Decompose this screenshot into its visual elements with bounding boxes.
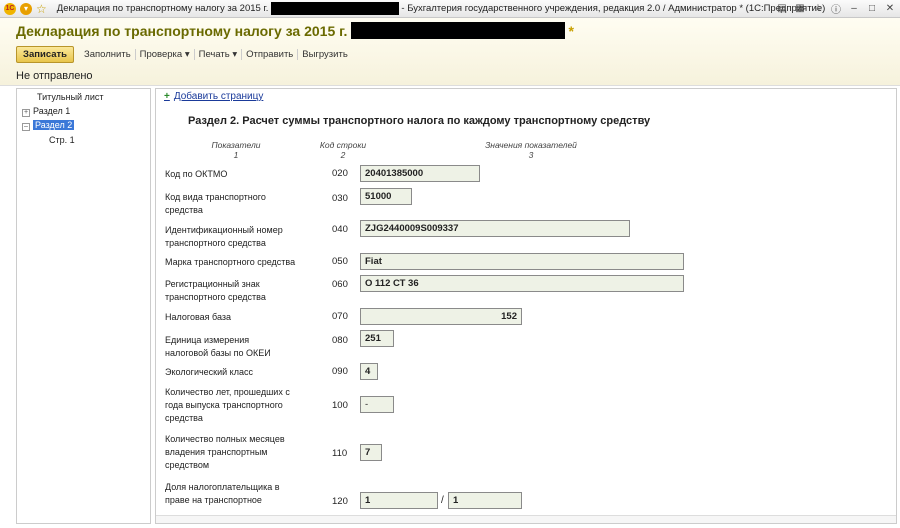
page-title-text: Декларация по транспортному налогу за 20… xyxy=(16,22,348,39)
close-icon[interactable]: ✕ xyxy=(884,2,896,14)
row-label-tax-base: Налоговая база xyxy=(165,312,231,322)
taxpayer-share-numerator-field[interactable]: 1 xyxy=(360,492,438,509)
minimize-icon[interactable]: – xyxy=(848,2,860,14)
vehicle-brand-field[interactable]: Fiat xyxy=(360,253,684,270)
row-code: 020 xyxy=(332,168,348,179)
send-button[interactable]: Отправить xyxy=(242,48,299,60)
row-code: 110 xyxy=(332,448,348,459)
eco-class-field[interactable]: 4 xyxy=(360,363,378,380)
save-button[interactable]: Записать xyxy=(16,45,74,63)
row-code: 100 xyxy=(332,400,348,411)
add-icon: + xyxy=(164,91,170,102)
row-label-vin: Идентификационный номер транспортного ср… xyxy=(165,225,283,248)
column-header-label: Показатели xyxy=(211,140,261,150)
column-header-number: 3 xyxy=(528,150,534,160)
tree-item-section1[interactable]: + Раздел 1 xyxy=(22,106,70,117)
share-separator: / xyxy=(441,495,444,506)
add-page-link[interactable]: + Добавить страницу xyxy=(164,91,263,102)
ownership-months-field[interactable]: 7 xyxy=(360,444,382,461)
tree-item-page1[interactable]: Стр. 1 xyxy=(49,135,75,145)
tree-item-title-page[interactable]: Титульный лист xyxy=(37,92,103,102)
row-label-oktmo: Код по ОКТМО xyxy=(165,169,228,179)
page-title: Декларация по транспортному налогу за 20… xyxy=(16,22,574,39)
column-header-indicators: Показатели 1 xyxy=(196,140,276,160)
column-header-line-code: Код строки 2 xyxy=(310,140,376,160)
column-header-number: 2 xyxy=(340,150,346,160)
redacted-block xyxy=(271,2,400,15)
registration-plate-field[interactable]: О 112 СТ 36 xyxy=(360,275,684,292)
row-code: 050 xyxy=(332,256,348,267)
years-since-manufacture-field[interactable]: - xyxy=(360,396,394,413)
column-header-label: Код строки xyxy=(319,140,367,150)
row-label-registration-plate: Регистрационный знак транспортного средс… xyxy=(165,279,266,302)
row-label-years-since-manufacture: Количество лет, прошедших с года выпуска… xyxy=(165,387,290,423)
maximize-icon[interactable]: □ xyxy=(866,2,878,14)
expand-icon[interactable]: + xyxy=(22,109,30,117)
window-titlebar: 1С ▾ ☆ Декларация по транспортному налог… xyxy=(0,0,900,18)
tree-item-label: Раздел 1 xyxy=(33,106,71,116)
window-title-app: - Бухгалтерия государственного учреждени… xyxy=(401,3,826,14)
status-label: Не отправлено xyxy=(16,70,93,82)
row-label-taxpayer-share: Доля налогоплательщика в праве на трансп… xyxy=(165,482,280,505)
section-title: Раздел 2. Расчет суммы транспортного нал… xyxy=(188,115,651,127)
collapse-icon[interactable]: – xyxy=(22,123,30,131)
form-toolbar: Записать Заполнить Проверка ▾ Печать ▾ О… xyxy=(16,45,352,63)
taxpayer-share-denominator-field[interactable]: 1 xyxy=(448,492,522,509)
tree-item-section2[interactable]: – Раздел 2 xyxy=(22,120,75,131)
main-menu-icon[interactable]: ▾ xyxy=(20,2,32,15)
row-code: 070 xyxy=(332,311,348,322)
tree-item-label: Раздел 2 xyxy=(33,120,75,130)
window-title-document: Декларация по транспортному налогу за 20… xyxy=(56,3,269,14)
redacted-block xyxy=(351,22,566,39)
check-button[interactable]: Проверка ▾ xyxy=(136,48,195,60)
export-button[interactable]: Выгрузить xyxy=(298,49,352,60)
form-header: Декларация по транспортному налогу за 20… xyxy=(0,18,900,86)
column-header-number: 1 xyxy=(233,150,239,160)
app-logo-icon: 1С xyxy=(4,2,16,15)
row-label-vehicle-brand: Марка транспортного средства xyxy=(165,257,296,267)
star-icon[interactable]: ☆ xyxy=(812,2,824,14)
row-code: 040 xyxy=(332,224,348,235)
row-code: 090 xyxy=(332,366,348,377)
okei-unit-field[interactable]: 251 xyxy=(360,330,394,347)
column-header-label: Значения показателей xyxy=(485,140,577,150)
row-label-okei-unit: Единица измерения налоговой базы по ОКЕИ xyxy=(165,335,271,358)
oktmo-field[interactable]: 20401385000 xyxy=(360,165,480,182)
row-code: 080 xyxy=(332,335,348,346)
info-icon[interactable]: ⓘ xyxy=(830,2,842,16)
tools-icon[interactable]: ▤ xyxy=(776,2,788,14)
column-header-values: Значения показателей 3 xyxy=(468,140,594,160)
fill-button[interactable]: Заполнить xyxy=(80,48,136,60)
horizontal-scrollbar[interactable] xyxy=(156,515,896,523)
declaration-form: + Добавить страницу Раздел 2. Расчет сумм… xyxy=(155,88,897,524)
row-code: 060 xyxy=(332,279,348,290)
calc-icon[interactable]: ▦ xyxy=(794,2,806,14)
row-label-eco-class: Экологический класс xyxy=(165,367,253,377)
vehicle-type-code-field[interactable]: 51000 xyxy=(360,188,412,205)
row-label-ownership-months: Количество полных месяцев владения транс… xyxy=(165,434,285,470)
tax-base-field[interactable]: 152 xyxy=(360,308,522,325)
sections-tree: Титульный лист + Раздел 1 – Раздел 2 Стр. … xyxy=(16,88,151,524)
vin-field[interactable]: ZJG2440009S009337 xyxy=(360,220,630,237)
row-code: 120 xyxy=(332,496,348,507)
row-code: 030 xyxy=(332,193,348,204)
modified-star-icon: * xyxy=(568,22,574,39)
row-label-vehicle-type-code: Код вида транспортного средства xyxy=(165,192,266,215)
add-page-label: Добавить страницу xyxy=(173,91,264,102)
print-button[interactable]: Печать ▾ xyxy=(195,48,243,60)
window-controls: ▤ ▦ ☆ ⓘ – □ ✕ xyxy=(776,2,896,16)
favorite-star-icon[interactable]: ☆ xyxy=(36,2,47,16)
